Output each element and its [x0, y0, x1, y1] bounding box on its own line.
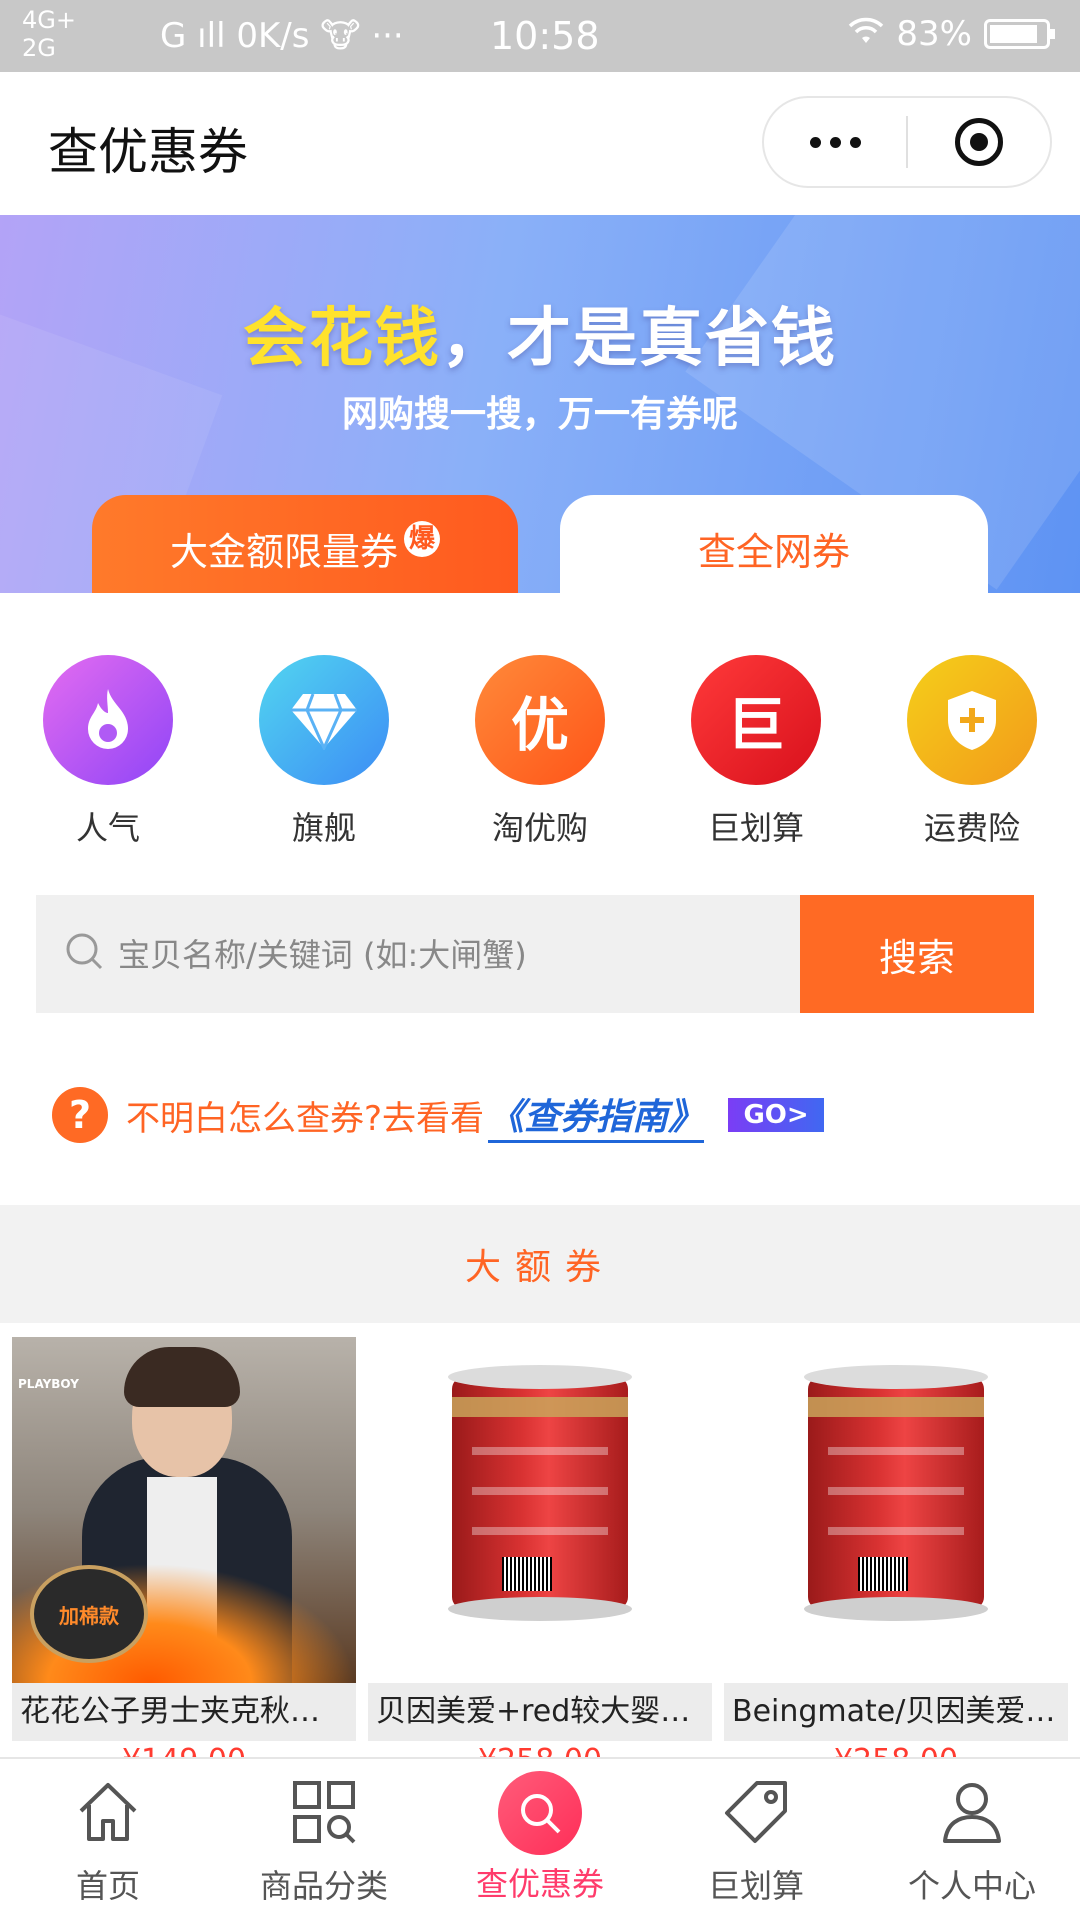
- tab-all-coupons-label: 查全网券: [697, 530, 850, 574]
- battery-percent: 83%: [896, 14, 972, 54]
- tab-all-coupons[interactable]: 查全网券: [560, 495, 988, 593]
- product-card[interactable]: Beingmate/贝因美爱… ¥258.00: [724, 1337, 1068, 1761]
- navigation-bar: 查优惠券: [0, 72, 1080, 215]
- clock: 10:58: [490, 14, 600, 58]
- slogan-highlight: 会花钱: [243, 302, 441, 376]
- section-title: 大额券: [0, 1205, 1080, 1323]
- coupon-guide[interactable]: ? 不明白怎么查券?去看看 《查券指南》 GO>: [52, 1085, 825, 1145]
- ju-icon: 巨: [691, 655, 821, 785]
- status-right: 83%: [848, 14, 1055, 54]
- tab-search-coupons[interactable]: 查优惠券: [432, 1759, 648, 1920]
- category-shipping-insurance[interactable]: 运费险: [892, 655, 1052, 849]
- home-icon: [79, 1783, 137, 1841]
- product-badge: 加棉款: [30, 1565, 148, 1663]
- shield-icon: [907, 655, 1037, 785]
- tab-label: 查优惠券: [475, 1865, 604, 1903]
- product-name: 贝因美爱+red较大婴…: [368, 1683, 712, 1741]
- product-card[interactable]: PLAYBOY 加棉款 花花公子男士夹克秋… ¥149.00: [12, 1337, 356, 1761]
- ju-glyph: 巨: [726, 691, 785, 759]
- network-indicator: 4G+ 2G: [22, 6, 76, 62]
- category-label: 运费险: [923, 809, 1020, 847]
- product-list: PLAYBOY 加棉款 花花公子男士夹克秋… ¥149.00 贝因美爱+red较…: [0, 1337, 1080, 1761]
- signal-icon: ıll: [197, 16, 237, 56]
- app-icon: 🐮: [320, 16, 361, 56]
- more-dot-icon: [809, 136, 821, 148]
- brand-logo: PLAYBOY: [18, 1377, 79, 1391]
- product-card[interactable]: 贝因美爱+red较大婴… ¥258.00: [368, 1337, 712, 1761]
- banner-slogan: 会花钱，才是真省钱: [0, 287, 1080, 379]
- target-icon: [954, 118, 1003, 166]
- bottom-tab-bar: 首页 商品分类 查优惠券 巨划算 个人中心: [0, 1757, 1080, 1920]
- category-label: 淘优购: [491, 809, 588, 847]
- category-icon: [293, 1781, 356, 1844]
- tab-big-coupons-label: 大金额限量券: [169, 530, 398, 574]
- tab-big-coupons[interactable]: 大金额限量券 爆: [92, 495, 518, 593]
- tab-label: 商品分类: [259, 1867, 388, 1905]
- fire-icon: [43, 655, 173, 785]
- search-button[interactable]: 搜索: [800, 895, 1034, 1013]
- battery-icon: [984, 19, 1055, 49]
- banner-subtitle: 网购搜一搜，万一有券呢: [341, 394, 738, 435]
- more-dot-icon: [849, 136, 861, 148]
- search-coupon-icon: [498, 1771, 582, 1855]
- product-name: 花花公子男士夹克秋…: [12, 1683, 356, 1741]
- guide-text: 不明白怎么查券?去看看: [126, 1098, 485, 1139]
- category-label: 巨划算: [707, 809, 804, 847]
- category-popular[interactable]: 人气: [28, 655, 188, 849]
- network-speed: 0K/s: [236, 16, 310, 56]
- more-menu-button[interactable]: [764, 136, 906, 148]
- category-label: 人气: [75, 809, 140, 847]
- status-bar: 4G+ 2G G ıll 0K/s 🐮 ··· 10:58 83%: [0, 0, 1080, 72]
- network-type-secondary: 2G: [22, 34, 56, 62]
- category-flagship[interactable]: 旗舰: [244, 655, 404, 849]
- carrier-g: G: [160, 16, 187, 56]
- product-image: [724, 1337, 1068, 1683]
- more-dot-icon: [829, 136, 841, 148]
- hot-badge-icon: 爆: [404, 521, 440, 557]
- product-image: PLAYBOY 加棉款: [12, 1337, 356, 1683]
- page-title: 查优惠券: [48, 123, 248, 181]
- promo-banner: 会花钱，才是真省钱 网购搜一搜，万一有券呢 大金额限量券 爆 查全网券: [0, 215, 1080, 593]
- product-name: Beingmate/贝因美爱…: [724, 1683, 1068, 1741]
- tab-label: 巨划算: [707, 1867, 804, 1905]
- close-mini-program-button[interactable]: [908, 118, 1050, 166]
- you-icon: 优: [475, 655, 605, 785]
- category-label: 旗舰: [291, 809, 356, 847]
- user-icon: [943, 1783, 1001, 1843]
- more-status: ···: [371, 16, 404, 56]
- network-type-primary: 4G+: [22, 6, 76, 34]
- search-input[interactable]: [116, 895, 820, 1015]
- search-icon: [66, 933, 103, 970]
- category-shortcuts: 人气 旗舰 优 淘优购 巨 巨划算 运费险: [0, 655, 1080, 855]
- category-juhuasuan[interactable]: 巨 巨划算: [676, 655, 836, 849]
- guide-link[interactable]: 《查券指南》: [488, 1088, 705, 1143]
- tab-categories[interactable]: 商品分类: [216, 1759, 432, 1920]
- diamond-icon: [259, 655, 389, 785]
- carrier-info: G ıll 0K/s 🐮 ···: [160, 16, 404, 56]
- search-bar: 搜索: [36, 895, 1034, 1015]
- question-icon: ?: [52, 1087, 108, 1143]
- tag-icon: [725, 1781, 787, 1843]
- go-icon[interactable]: GO>: [728, 1098, 825, 1132]
- category-taoyougou[interactable]: 优 淘优购: [460, 655, 620, 849]
- tab-juhuasuan[interactable]: 巨划算: [648, 1759, 864, 1920]
- tab-label: 个人中心: [907, 1867, 1036, 1905]
- tab-label: 首页: [75, 1867, 140, 1905]
- product-image: [368, 1337, 712, 1683]
- slogan-rest: ，才是真省钱: [441, 302, 837, 376]
- wifi-icon: [848, 14, 884, 54]
- tab-home[interactable]: 首页: [0, 1759, 216, 1920]
- mini-program-capsule: [762, 96, 1052, 188]
- you-glyph: 优: [510, 691, 569, 759]
- tab-profile[interactable]: 个人中心: [864, 1759, 1080, 1920]
